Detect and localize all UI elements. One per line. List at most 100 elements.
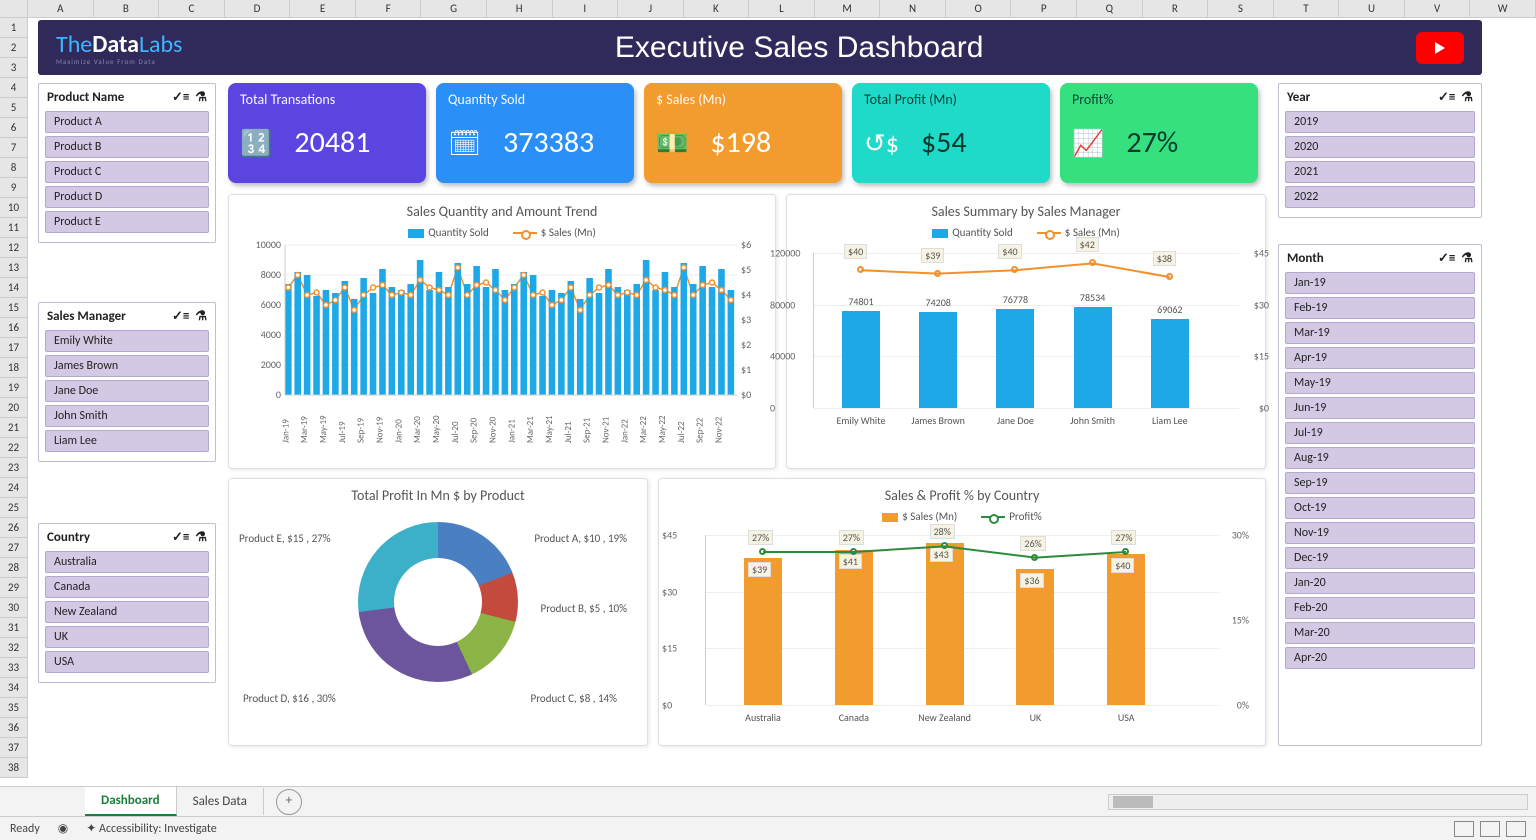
slicer-manager[interactable]: Sales Manager✓≡⚗ Emily WhiteJames BrownJ…	[38, 302, 216, 462]
view-normal-icon[interactable]	[1454, 821, 1474, 837]
slicer-item[interactable]: Product C	[45, 161, 209, 183]
slicer-item[interactable]: USA	[45, 651, 209, 673]
slicer-year[interactable]: Year✓≡⚗ 2019202020212022	[1278, 83, 1482, 218]
svg-text:Sep-20: Sep-20	[469, 417, 480, 443]
slicer-item[interactable]: Jan-19	[1285, 272, 1475, 294]
svg-text:Mar-20: Mar-20	[412, 416, 423, 443]
svg-text:$4: $4	[741, 288, 751, 301]
slicer-item[interactable]: Product D	[45, 186, 209, 208]
slicer-item[interactable]: James Brown	[45, 355, 209, 377]
chart-manager[interactable]: Sales Summary by Sales Manager Quantity …	[786, 194, 1266, 469]
slicer-item[interactable]: New Zealand	[45, 601, 209, 623]
slicer-month[interactable]: Month ✓≡ ⚗ Jan-19 Feb-19 Mar-19 Apr-19 May-19 J…	[1278, 244, 1482, 746]
clear-filter-icon[interactable]: ⚗	[1461, 251, 1473, 266]
svg-text:Jul-20: Jul-20	[450, 421, 461, 443]
slicer-product[interactable]: Product Name✓≡⚗ Product AProduct BProduc…	[38, 83, 216, 243]
svg-text:Mar-19: Mar-19	[299, 416, 310, 443]
svg-text:Jan-22: Jan-22	[619, 419, 630, 443]
slicer-item[interactable]: 2020	[1285, 136, 1475, 158]
slicer-item[interactable]: 2021	[1285, 161, 1475, 183]
chart-legend: Quantity Sold$ Sales (Mn)	[239, 226, 765, 239]
chart-country[interactable]: Sales & Profit % by Country $ Sales (Mn)…	[658, 478, 1266, 746]
view-pagebreak-icon[interactable]	[1506, 821, 1526, 837]
slicer-item[interactable]: Nov-19	[1285, 522, 1475, 544]
slicer-item[interactable]: Sep-19	[1285, 472, 1475, 494]
chart-donut[interactable]: Total Profit In Mn $ by Product Product …	[228, 478, 648, 746]
multiselect-icon[interactable]: ✓≡	[172, 530, 189, 545]
slicer-item[interactable]: Jun-19	[1285, 397, 1475, 419]
slicer-item[interactable]: Apr-19	[1285, 347, 1475, 369]
tab-dashboard[interactable]: Dashboard	[85, 787, 177, 816]
svg-text:$2: $2	[741, 338, 751, 351]
clear-filter-icon[interactable]: ⚗	[195, 530, 207, 545]
multiselect-icon[interactable]: ✓≡	[172, 90, 189, 105]
slicer-item[interactable]: 2019	[1285, 111, 1475, 133]
clear-filter-icon[interactable]: ⚗	[1461, 90, 1473, 105]
slicer-item[interactable]: Emily White	[45, 330, 209, 352]
slicer-item[interactable]: Product B	[45, 136, 209, 158]
slice-label: Product E, $15 , 27%	[239, 532, 331, 545]
multiselect-icon[interactable]: ✓≡	[1438, 251, 1455, 266]
status-bar: Ready ◉ ✦ Accessibility: Investigate	[0, 816, 1536, 840]
manager-plot: 04000080000120000$0$15$30$4574801Emily W…	[813, 253, 1239, 408]
slicer-title: Month	[1287, 251, 1324, 266]
chart-trend[interactable]: Sales Quantity and Amount Trend Quantity…	[228, 194, 776, 469]
chart-up-icon: 📈	[1072, 127, 1104, 159]
slicer-item[interactable]: Australia	[45, 551, 209, 573]
slicer-item[interactable]: May-19	[1285, 372, 1475, 394]
slicer-item[interactable]: Feb-20	[1285, 597, 1475, 619]
slicer-item[interactable]: Liam Lee	[45, 430, 209, 452]
slicer-item[interactable]: Apr-20	[1285, 647, 1475, 669]
slicer-item[interactable]: Product A	[45, 111, 209, 133]
slicer-item[interactable]: Mar-20	[1285, 622, 1475, 644]
trend-plot: 0200040006000800010000$0$1$2$3$4$5$6Jan-…	[239, 239, 767, 449]
slicer-item[interactable]: Feb-19	[1285, 297, 1475, 319]
slicer-country[interactable]: Country ✓≡ ⚗ Australia Canada New Zealand UK U…	[38, 523, 216, 683]
view-layout-icon[interactable]	[1480, 821, 1500, 837]
slicer-item[interactable]: John Smith	[45, 405, 209, 427]
chart-legend: $ Sales (Mn)Profit%	[669, 510, 1255, 523]
transactions-icon: 🔢	[240, 127, 272, 159]
slicer-item[interactable]: Product E	[45, 211, 209, 233]
slicer-item[interactable]: UK	[45, 626, 209, 648]
svg-text:Jul-19: Jul-19	[337, 421, 348, 443]
svg-text:8000: 8000	[261, 268, 281, 281]
slicer-item[interactable]: 2022	[1285, 186, 1475, 208]
multiselect-icon[interactable]: ✓≡	[1438, 90, 1455, 105]
svg-text:0: 0	[276, 388, 281, 401]
slicer-item[interactable]: Dec-19	[1285, 547, 1475, 569]
row-headers: 1234567891011121314151617181920212223242…	[0, 18, 28, 778]
chart-title: Total Profit In Mn $ by Product	[239, 487, 637, 504]
svg-text:Nov-19: Nov-19	[374, 416, 385, 443]
slicer-title: Country	[47, 530, 90, 545]
donut-ring	[358, 522, 518, 682]
slicer-item[interactable]: Jul-19	[1285, 422, 1475, 444]
svg-text:Nov-22: Nov-22	[713, 416, 724, 443]
svg-text:Jul-21: Jul-21	[563, 421, 574, 443]
slicer-item[interactable]: Mar-19	[1285, 322, 1475, 344]
horizontal-scrollbar[interactable]	[1108, 794, 1528, 810]
clear-filter-icon[interactable]: ⚗	[195, 309, 207, 324]
money-icon: 💵	[656, 127, 688, 159]
slicer-item[interactable]: Jane Doe	[45, 380, 209, 402]
svg-text:2000: 2000	[261, 358, 281, 371]
youtube-icon[interactable]	[1416, 32, 1464, 64]
status-ready: Ready	[10, 822, 40, 836]
tab-salesdata[interactable]: Sales Data	[177, 788, 264, 815]
slicer-item[interactable]: Aug-19	[1285, 447, 1475, 469]
slicer-item[interactable]: Canada	[45, 576, 209, 598]
accessibility-status[interactable]: ✦ Accessibility: Investigate	[86, 821, 217, 836]
slice-label: Product A, $10 , 19%	[534, 532, 627, 545]
svg-text:Sep-21: Sep-21	[582, 417, 593, 443]
column-headers: ABCDEFGHIJKLMNOPQRSTUVW	[0, 0, 1536, 18]
slicer-item[interactable]: Jan-20	[1285, 572, 1475, 594]
svg-text:Mar-21: Mar-21	[525, 416, 536, 443]
macro-record-icon[interactable]: ◉	[58, 821, 68, 836]
svg-text:10000: 10000	[256, 239, 281, 251]
multiselect-icon[interactable]: ✓≡	[172, 309, 189, 324]
add-sheet-button[interactable]: +	[276, 789, 302, 815]
sheet-tab-bar: Dashboard Sales Data +	[0, 786, 1536, 816]
slicer-item[interactable]: Oct-19	[1285, 497, 1475, 519]
clear-filter-icon[interactable]: ⚗	[195, 90, 207, 105]
svg-text:Nov-20: Nov-20	[487, 416, 498, 443]
